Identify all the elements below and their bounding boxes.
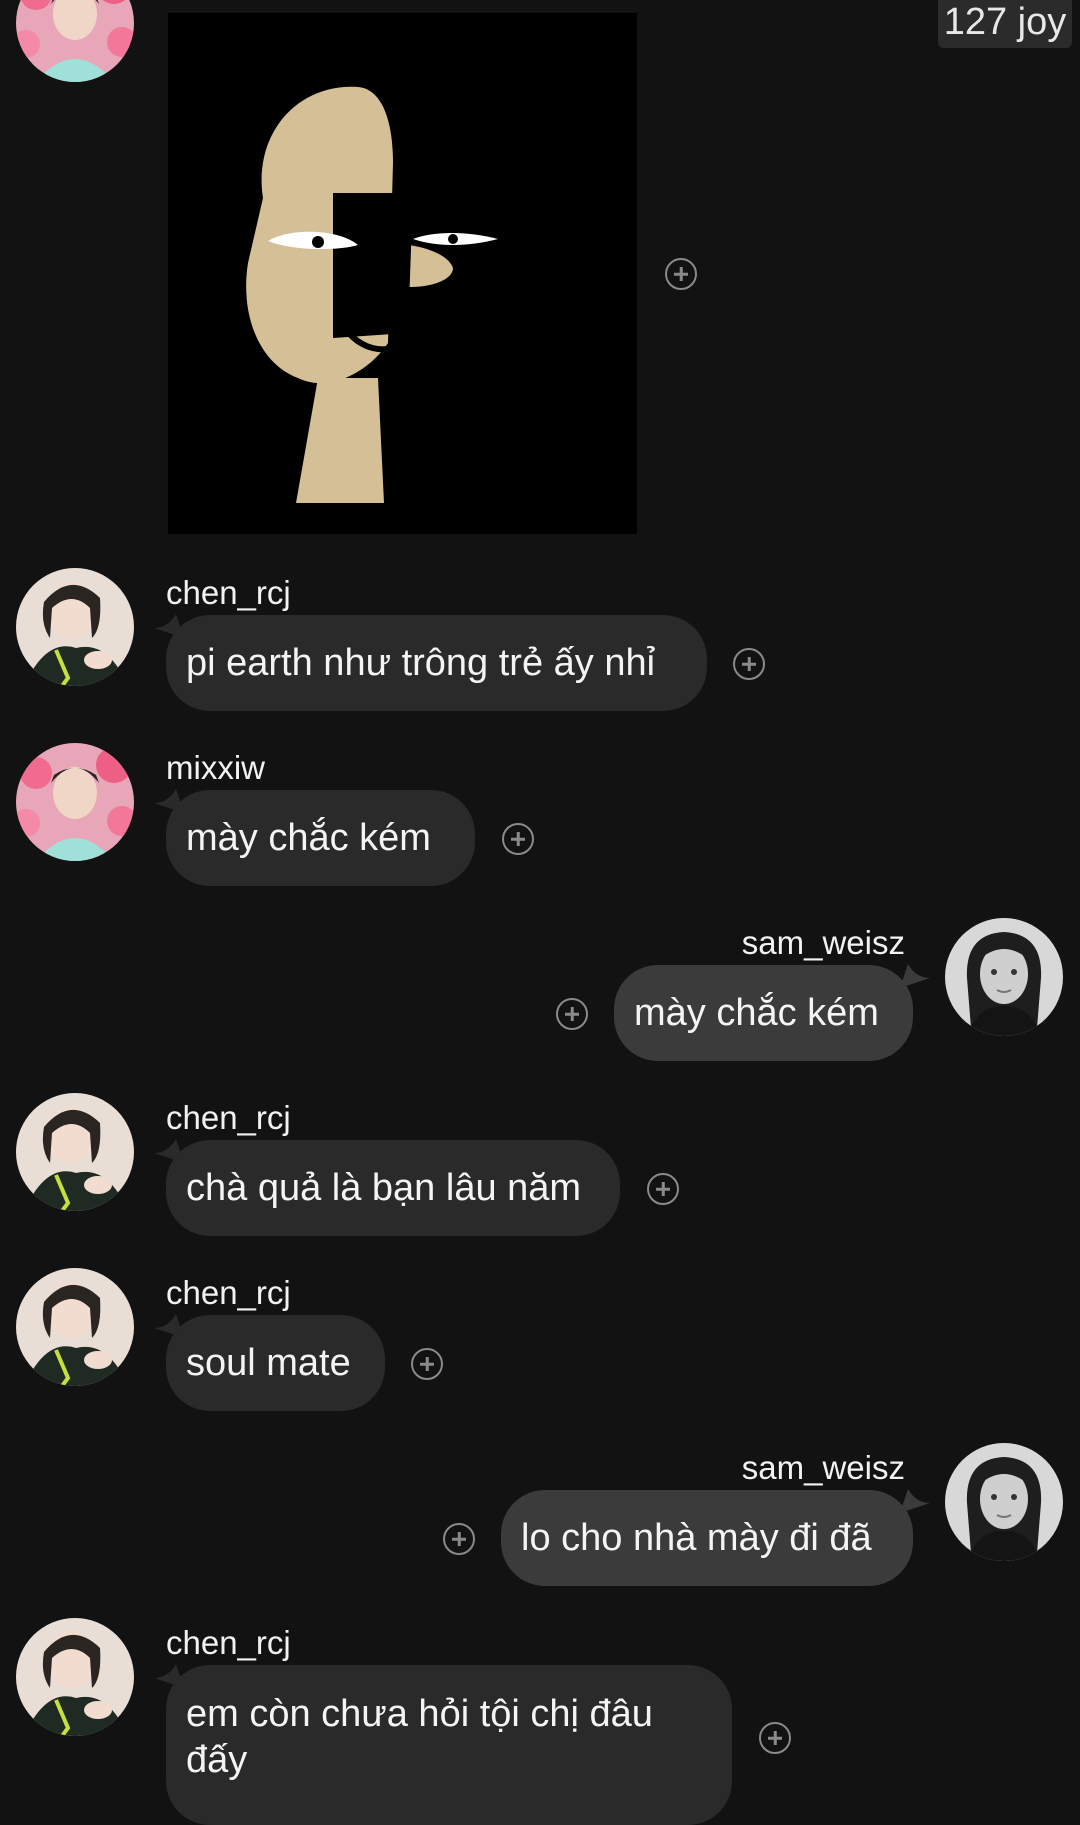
- sender-name: chen_rcj: [166, 574, 291, 611]
- avatar-sam-weisz[interactable]: [945, 918, 1063, 1036]
- sender-name: sam_weisz: [741, 924, 905, 961]
- message-bubble-outgoing[interactable]: lo cho nhà mày đi đã: [501, 1490, 913, 1586]
- sticker-image[interactable]: [168, 13, 637, 534]
- message-bubble[interactable]: soul mate: [166, 1315, 385, 1411]
- sender-name: chen_rcj: [166, 1624, 291, 1661]
- message-bubble[interactable]: mày chắc kém: [166, 790, 475, 886]
- avatar-mixxiw[interactable]: [16, 743, 134, 861]
- message-bubble[interactable]: pi earth như trông trẻ ấy nhỉ: [166, 615, 707, 711]
- reaction-counter-badge: 127 joy: [938, 0, 1072, 48]
- add-reaction-icon[interactable]: [759, 1722, 791, 1754]
- add-reaction-icon[interactable]: [733, 648, 765, 680]
- add-reaction-icon[interactable]: [443, 1523, 475, 1555]
- sender-name: mixxiw: [166, 749, 265, 786]
- sender-name: chen_rcj: [166, 1099, 291, 1136]
- add-reaction-icon[interactable]: [502, 823, 534, 855]
- avatar-mixxiw[interactable]: [16, 0, 134, 82]
- sender-name: sam_weisz: [741, 1449, 905, 1486]
- add-reaction-icon[interactable]: [411, 1348, 443, 1380]
- message-bubble[interactable]: chà quả là bạn lâu năm: [166, 1140, 620, 1236]
- avatar-chen-rcj[interactable]: [16, 1618, 134, 1736]
- avatar-chen-rcj[interactable]: [16, 568, 134, 686]
- avatar-sam-weisz[interactable]: [945, 1443, 1063, 1561]
- avatar-chen-rcj[interactable]: [16, 1093, 134, 1211]
- message-bubble[interactable]: em còn chưa hỏi tội chị đâu đấy: [166, 1665, 732, 1825]
- add-reaction-icon[interactable]: [556, 998, 588, 1030]
- add-reaction-icon[interactable]: [665, 258, 697, 290]
- add-reaction-icon[interactable]: [647, 1173, 679, 1205]
- message-bubble-outgoing[interactable]: mày chắc kém: [614, 965, 913, 1061]
- sender-name: chen_rcj: [166, 1274, 291, 1311]
- avatar-chen-rcj[interactable]: [16, 1268, 134, 1386]
